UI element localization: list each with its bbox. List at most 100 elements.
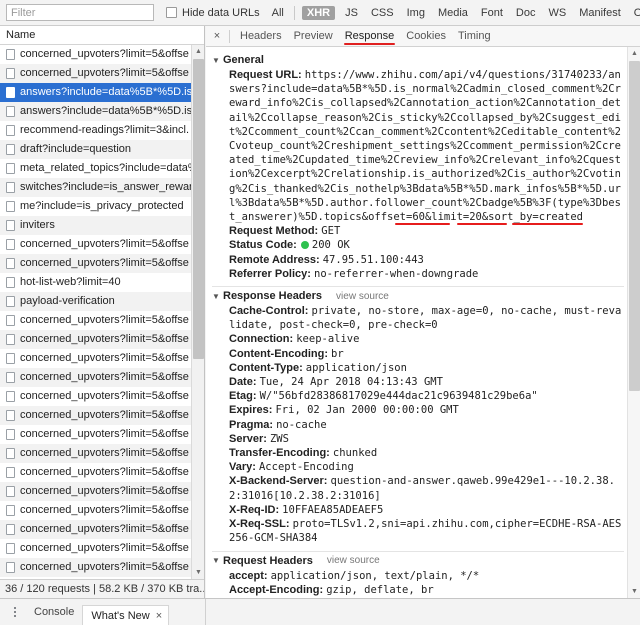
tab-response[interactable]: Response [339,28,401,45]
requests-list[interactable]: concerned_upvoters?limit=5&offse concerne… [0,45,204,579]
scroll-down-arrow-icon[interactable]: ▼ [628,585,640,598]
filter-input[interactable] [6,4,154,21]
close-detail-icon[interactable]: × [209,30,225,42]
type-filter-ws[interactable]: WS [545,6,569,20]
request-list-item[interactable]: payload-verification [0,292,204,311]
collapse-triangle-icon[interactable]: ▼ [212,56,221,65]
type-filter-media[interactable]: Media [435,6,471,20]
hide-data-urls-toggle[interactable]: Hide data URLs [166,7,260,19]
status-code-dot-icon [300,241,309,250]
request-list-item[interactable]: me?include=is_privacy_protected [0,197,204,216]
request-list-item-label: me?include=is_privacy_protected [20,200,184,212]
request-list-item[interactable]: concerned_upvoters?limit=5&offse [0,482,204,501]
type-filter-doc[interactable]: Doc [513,6,539,20]
request-list-item[interactable]: concerned_upvoters?limit=5&offse [0,45,204,64]
section-general-header[interactable]: ▼ General [212,54,624,66]
request-list-item[interactable]: concerned_upvoters?limit=5&offse [0,235,204,254]
request-type-icon [6,447,15,459]
request-list-item[interactable]: recommend-readings?limit=3&incl. [0,121,204,140]
header-key: Accept-Encoding: [229,583,324,596]
request-list-item[interactable]: concerned_upvoters?limit=5&offse [0,368,204,387]
kebab-menu-icon[interactable] [4,607,26,617]
request-list-item[interactable]: hot-list-web?limit=40 [0,273,204,292]
request-list-item-label: concerned_upvoters?limit=5&offse [20,409,189,421]
hide-data-urls-checkbox[interactable] [166,7,177,18]
request-list-item-label: concerned_upvoters?limit=5&offse [20,371,189,383]
type-filter-xhr[interactable]: XHR [301,5,336,20]
type-filter-js[interactable]: JS [342,6,361,20]
devtools-network-panel: Hide data URLs All XHR JS CSS Img Media … [0,0,640,625]
request-list-item[interactable]: concerned_upvoters?limit=5&offse [0,558,204,577]
header-key: Content-Type: [229,361,303,374]
tab-response-label: Response [344,30,395,42]
request-list-item[interactable]: inviters [0,216,204,235]
type-filter-img[interactable]: Img [404,6,428,20]
scroll-up-arrow-icon[interactable]: ▲ [192,45,204,58]
section-request-headers-header[interactable]: ▼ Request Headers view source [212,555,624,567]
request-list-item[interactable]: concerned_upvoters?limit=5&offse [0,254,204,273]
request-list-item[interactable]: concerned_upvoters?limit=5&offse [0,311,204,330]
scroll-up-arrow-icon[interactable]: ▲ [628,47,640,60]
section-response-headers-header[interactable]: ▼ Response Headers view source [212,290,624,302]
type-filter-css[interactable]: CSS [368,6,397,20]
request-list-item[interactable]: answers?include=data%5B*%5D.is_ [0,83,204,102]
request-type-icon [6,276,15,288]
requests-panel: Name concerned_upvoters?limit=5&offse con… [0,26,205,598]
scroll-down-arrow-icon[interactable]: ▼ [192,566,204,579]
request-list-item[interactable]: concerned_upvoters?limit=5&offse [0,330,204,349]
collapse-triangle-icon[interactable]: ▼ [212,292,221,301]
type-filter-font[interactable]: Font [478,6,506,20]
request-list-item[interactable]: concerned_upvoters?limit=5&offse [0,425,204,444]
filter-divider [293,5,295,20]
tab-timing[interactable]: Timing [452,28,497,44]
request-list-item-label: payload-verification [20,295,115,307]
request-list-item[interactable]: draft?include=question [0,140,204,159]
request-type-icon [6,371,15,383]
request-list-item[interactable]: concerned_upvoters?limit=5&offse [0,577,204,579]
requests-list-scrollbar[interactable]: ▲ ▼ [191,45,204,579]
request-list-item[interactable]: switches?include=is_answer_reward [0,178,204,197]
header-row: X-Backend-Server: question-and-answer.qa… [212,474,624,502]
request-list-item[interactable]: concerned_upvoters?limit=5&offse [0,64,204,83]
request-list-item[interactable]: concerned_upvoters?limit=5&offse [0,520,204,539]
request-list-item[interactable]: meta_related_topics?include=data% [0,159,204,178]
scrollbar-thumb[interactable] [193,59,204,359]
request-list-item-label: concerned_upvoters?limit=5&offse [20,314,189,326]
tab-cookies[interactable]: Cookies [400,28,452,44]
type-filter-all[interactable]: All [269,6,287,20]
view-source-link-response[interactable]: view source [336,291,389,302]
detail-panel-scrollbar[interactable]: ▲ ▼ [627,47,640,598]
view-source-link-request[interactable]: view source [327,555,380,566]
request-list-item[interactable]: answers?include=data%5B*%5D.is_ [0,102,204,121]
request-list-item[interactable]: concerned_upvoters?limit=5&offse [0,349,204,368]
request-list-item[interactable]: concerned_upvoters?limit=5&offse [0,406,204,425]
request-list-item-label: inviters [20,219,55,231]
header-key: Etag: [229,390,257,403]
request-list-item-label: concerned_upvoters?limit=5&offse [20,466,189,478]
request-list-item-label: concerned_upvoters?limit=5&offse [20,561,189,573]
request-type-icon [6,523,15,535]
collapse-triangle-icon[interactable]: ▼ [212,556,221,565]
close-icon[interactable]: × [156,610,162,622]
request-list-item[interactable]: concerned_upvoters?limit=5&offse [0,463,204,482]
request-list-item-label: answers?include=data%5B*%5D.is_ [20,86,199,98]
drawer-tab-console[interactable]: Console [26,602,82,622]
detail-body[interactable]: ▼ General Request URL: https://www.zhihu… [206,47,640,598]
request-list-item-label: concerned_upvoters?limit=5&offse [20,257,189,269]
type-filter-manifest[interactable]: Manifest [576,6,624,20]
tab-headers[interactable]: Headers [234,28,288,44]
request-list-item[interactable]: concerned_upvoters?limit=5&offse [0,539,204,558]
request-detail-panel: × Headers Preview Response Cookies Timin… [206,26,640,598]
tab-preview[interactable]: Preview [288,28,339,44]
header-row: Expires: Fri, 02 Jan 2000 00:00:00 GMT [212,403,624,417]
requests-column-header-name[interactable]: Name [0,26,204,45]
request-list-item[interactable]: concerned_upvoters?limit=5&offse [0,444,204,463]
request-list-item[interactable]: concerned_upvoters?limit=5&offse [0,387,204,406]
section-general-title: General [223,54,264,66]
requests-status-summary: 36 / 120 requests | 58.2 KB / 370 KB tra… [0,579,204,598]
drawer-tab-whats-new[interactable]: What's New × [82,604,170,625]
request-list-item[interactable]: concerned_upvoters?limit=5&offse [0,501,204,520]
scrollbar-thumb[interactable] [629,61,640,391]
type-filter-other[interactable]: Other [631,6,640,20]
header-row: X-Req-SSL: proto=TLSv1.2,sni=api.zhihu.c… [212,517,624,545]
